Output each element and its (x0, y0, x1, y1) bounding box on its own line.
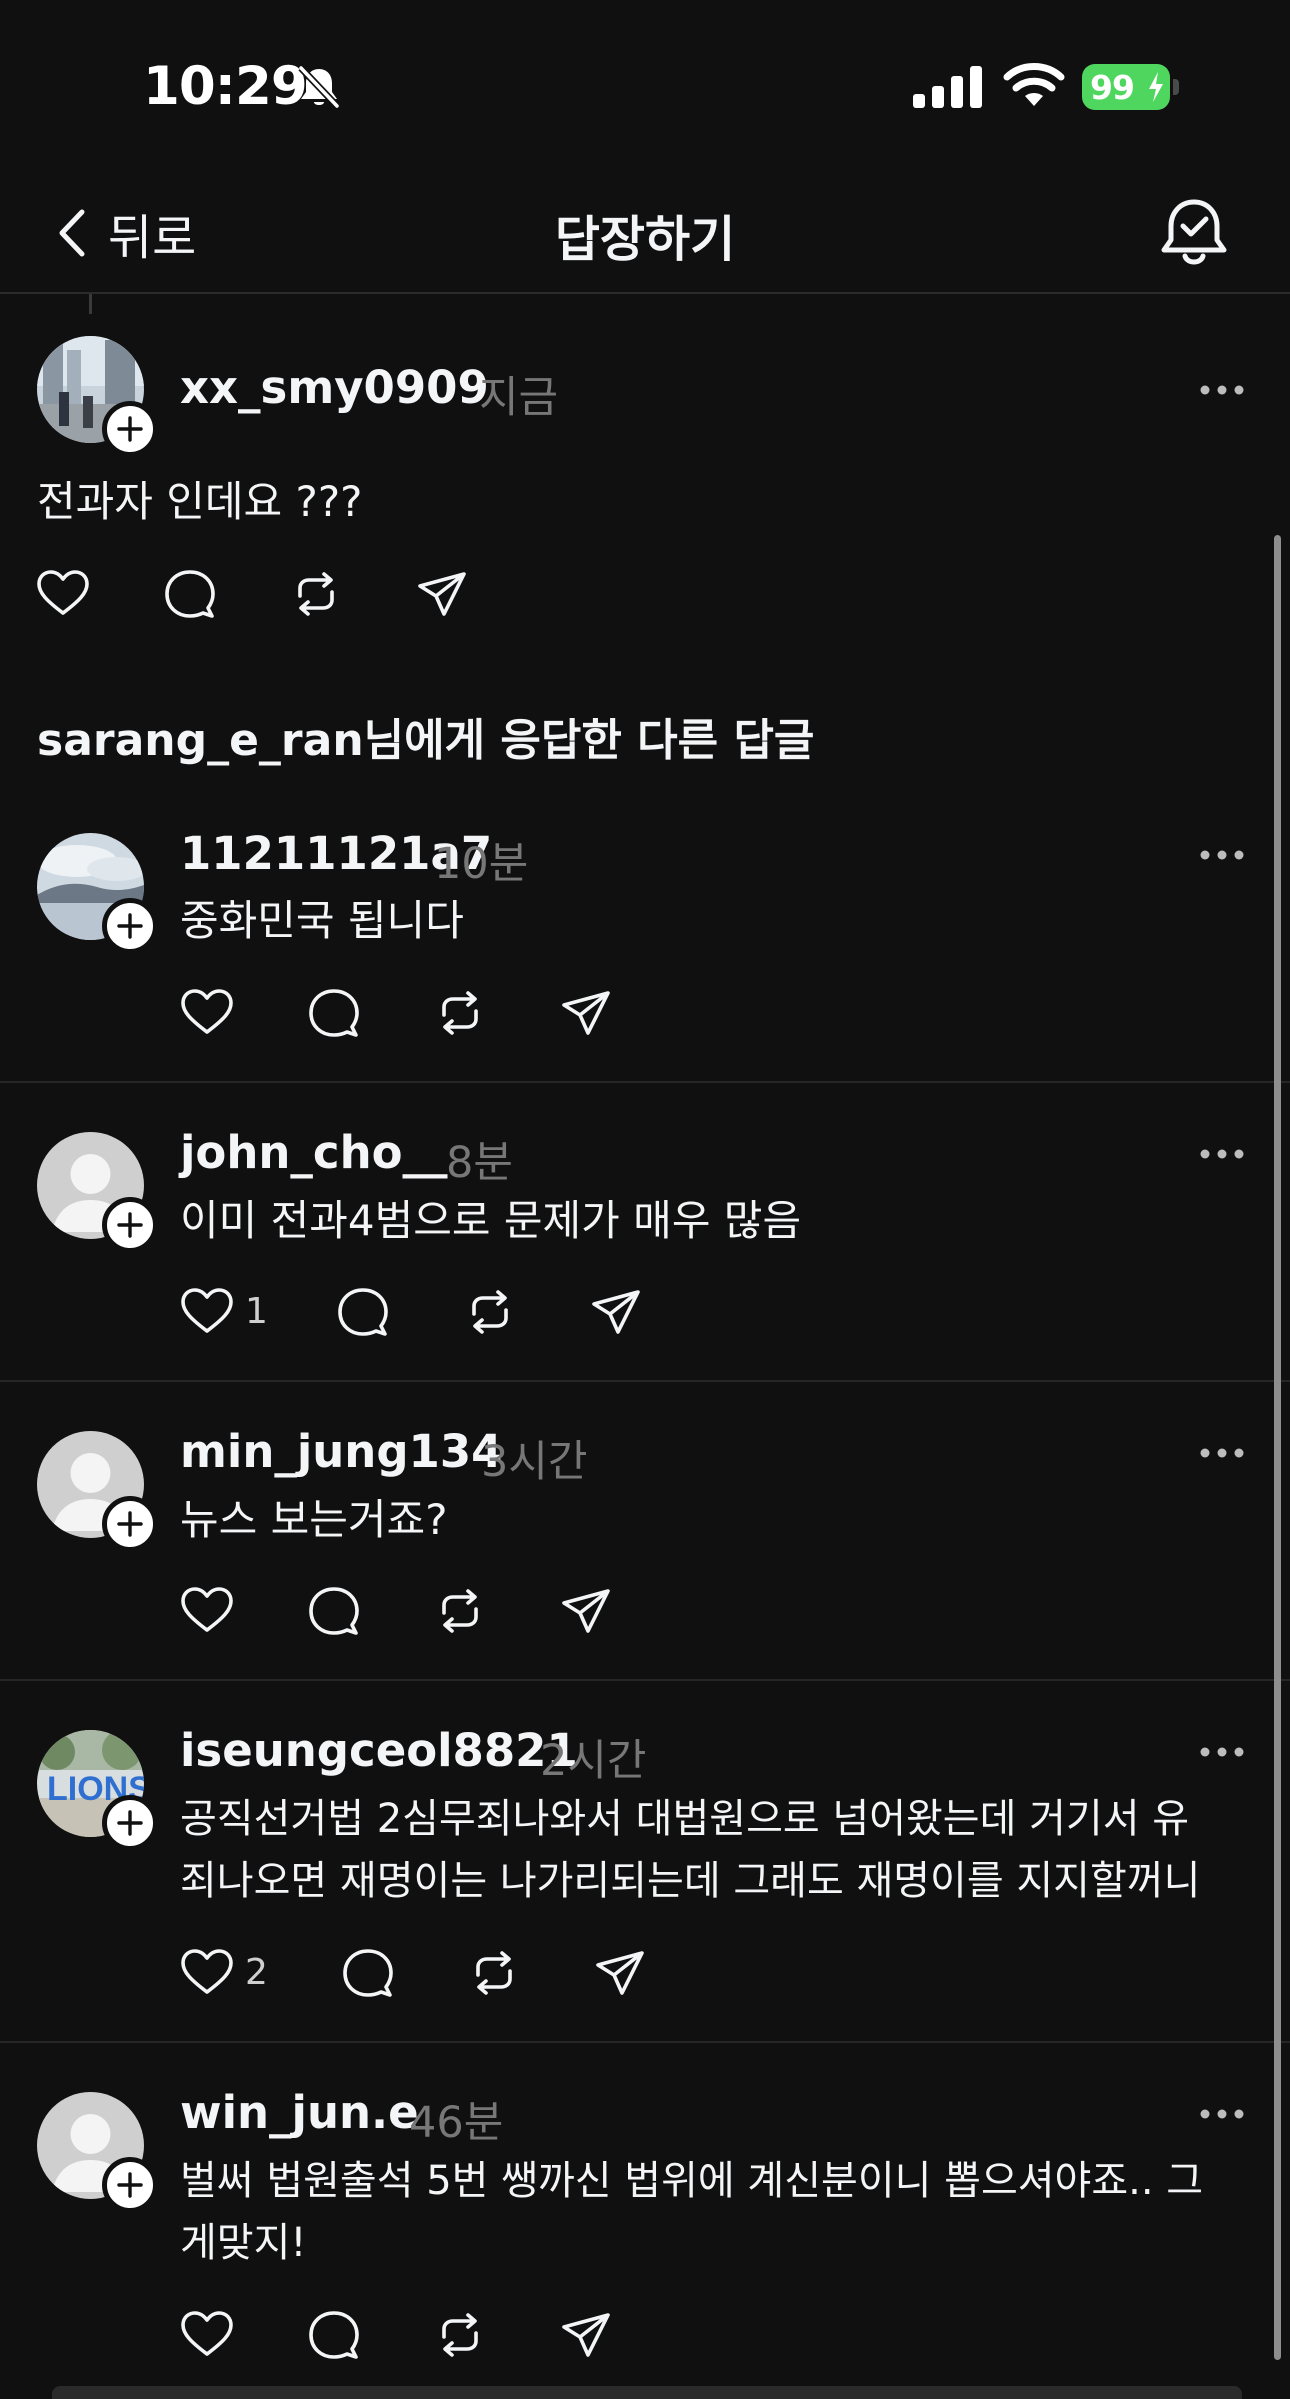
heart-icon[interactable] (179, 1583, 235, 1639)
notification-bell-icon[interactable] (1160, 194, 1228, 268)
repost-icon[interactable] (466, 1945, 522, 2001)
timestamp: 46분 (409, 2098, 504, 2148)
comment-icon[interactable] (306, 2307, 362, 2363)
share-icon[interactable] (588, 1284, 644, 1340)
scrollbar[interactable] (1274, 535, 1281, 2360)
status-time: 10:29 (143, 56, 308, 117)
post-text: 전과자 인데요 ??? (37, 477, 363, 526)
plus-icon (116, 1211, 144, 1239)
share-icon[interactable] (558, 1583, 614, 1639)
more-options-icon[interactable] (1199, 1446, 1245, 1460)
username[interactable]: iseungceol8821 (180, 1724, 578, 1777)
comment-icon[interactable] (306, 985, 362, 1041)
plus-icon (116, 1510, 144, 1538)
avatar[interactable]: LIONS (37, 1730, 158, 1851)
share-icon[interactable] (414, 566, 470, 622)
username[interactable]: win_jun.e (180, 2086, 419, 2139)
repost-icon[interactable] (432, 2307, 488, 2363)
timestamp: 2시간 (540, 1736, 647, 1786)
follow-button[interactable] (102, 1795, 158, 1851)
timestamp: 지금 (479, 373, 559, 423)
more-options-icon[interactable] (1199, 1745, 1245, 1759)
cellular-signal-icon (913, 66, 982, 108)
repost-icon[interactable] (462, 1284, 518, 1340)
username[interactable]: john_cho__ (180, 1126, 448, 1179)
avatar[interactable] (37, 833, 158, 954)
battery-level: 99 (1090, 68, 1135, 107)
divider (0, 1081, 1290, 1083)
nav-bar: 뒤로 답장하기 (0, 170, 1290, 294)
plus-icon (116, 415, 144, 443)
post-text: 이미 전과4범으로 문제가 매우 많음 (180, 1196, 802, 1245)
plus-icon (116, 912, 144, 940)
heart-icon[interactable] (179, 1945, 235, 2001)
share-icon[interactable] (558, 985, 614, 1041)
follow-button[interactable] (102, 2157, 158, 2213)
wifi-icon (1003, 63, 1065, 106)
plus-icon (116, 1809, 144, 1837)
more-options-icon[interactable] (1199, 1147, 1245, 1161)
post-text: 뉴스 보는거죠? (180, 1495, 448, 1544)
heart-icon[interactable] (179, 985, 235, 1041)
post-text: 벌써 법원출석 5번 쌩까신 법위에 계신분이니 뽑으셔야죠.. 그 게맞지! (180, 2158, 1204, 2266)
follow-button[interactable] (102, 1496, 158, 1552)
more-options-icon[interactable] (1199, 848, 1245, 862)
charging-bolt-icon (1149, 72, 1163, 102)
follow-button[interactable] (102, 898, 158, 954)
heart-icon[interactable] (35, 566, 91, 622)
timestamp: 10분 (434, 839, 529, 889)
more-options-icon[interactable] (1199, 2107, 1245, 2121)
heart-icon[interactable] (179, 2307, 235, 2363)
divider (0, 2041, 1290, 2043)
bell-off-icon (298, 65, 340, 109)
comment-icon[interactable] (335, 1284, 391, 1340)
comment-icon[interactable] (306, 1583, 362, 1639)
share-icon[interactable] (558, 2307, 614, 2363)
share-icon[interactable] (592, 1945, 648, 2001)
like-count: 2 (245, 1952, 268, 1993)
follow-button[interactable] (102, 401, 158, 457)
bottom-sheet-edge (52, 2386, 1242, 2399)
comment-icon[interactable] (340, 1945, 396, 2001)
timestamp: 3시간 (481, 1437, 588, 1487)
username[interactable]: xx_smy0909 (180, 361, 489, 414)
section-heading: sarang_e_ran님에게 응답한 다른 답글 (37, 715, 815, 766)
divider (0, 1380, 1290, 1382)
follow-button[interactable] (102, 1197, 158, 1253)
divider (0, 1679, 1290, 1681)
plus-icon (116, 2171, 144, 2199)
more-options-icon[interactable] (1199, 383, 1245, 397)
page-title: 답장하기 (554, 211, 736, 268)
timestamp: 8분 (446, 1138, 513, 1188)
username[interactable]: min_jung134 (180, 1425, 503, 1478)
heart-icon[interactable] (179, 1284, 235, 1340)
thread-line (89, 294, 92, 314)
avatar[interactable] (37, 2092, 158, 2213)
repost-icon[interactable] (432, 985, 488, 1041)
battery-charging-icon: 99 (1082, 64, 1179, 110)
repost-icon[interactable] (432, 1583, 488, 1639)
comment-icon[interactable] (162, 566, 218, 622)
like-count: 1 (245, 1291, 268, 1332)
avatar[interactable] (37, 336, 158, 457)
status-bar: 10:29 99 (0, 0, 1290, 170)
post-text: 공직선거법 2심무죄나와서 대법원으로 넘어왔는데 거기서 유 죄나오면 재명이… (180, 1796, 1201, 1904)
repost-icon[interactable] (288, 566, 344, 622)
post-text: 중화민국 됩니다 (180, 896, 464, 945)
avatar[interactable] (37, 1431, 158, 1552)
avatar[interactable] (37, 1132, 158, 1253)
